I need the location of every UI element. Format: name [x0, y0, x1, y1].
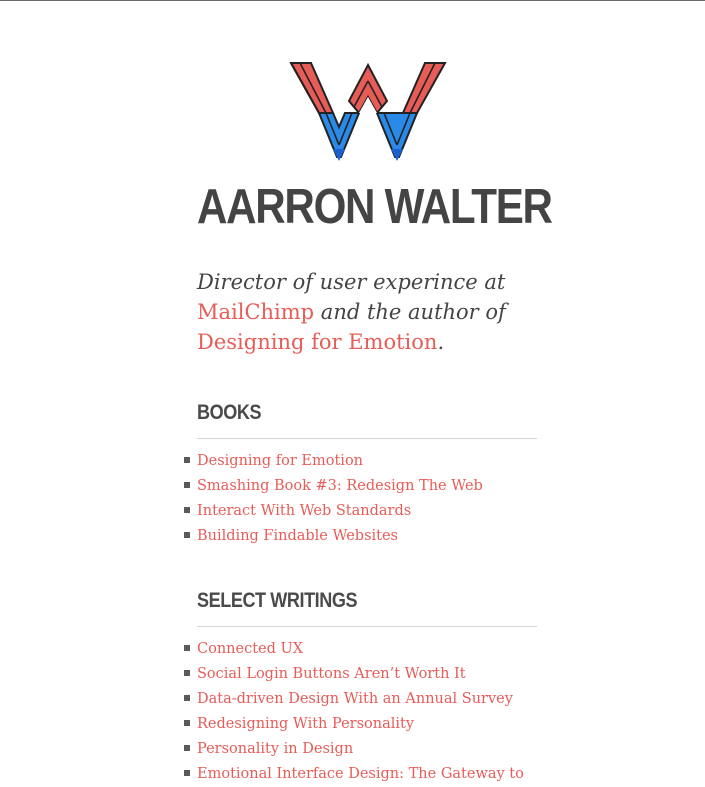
- intro-part-3: .: [437, 330, 445, 354]
- book-link[interactable]: Interact With Web Standards: [197, 503, 411, 519]
- intro-part-2: and the author of: [314, 300, 506, 324]
- writing-link[interactable]: Connected UX: [197, 641, 303, 657]
- square-bullet-icon: [184, 770, 190, 776]
- book-link[interactable]: Building Findable Websites: [197, 528, 398, 544]
- mailchimp-link[interactable]: MailChimp: [197, 300, 314, 324]
- writing-link[interactable]: Social Login Buttons Aren’t Worth It: [197, 666, 466, 682]
- writing-link[interactable]: Emotional Interface Design: The Gateway …: [197, 766, 524, 782]
- book-link[interactable]: Designing for Emotion: [197, 453, 363, 469]
- list-item: Data-driven Design With an Annual Survey: [184, 686, 557, 711]
- select-writings-heading: SELECT WRITINGS: [197, 589, 358, 612]
- books-divider: [197, 438, 537, 439]
- list-item: Building Findable Websites: [184, 523, 557, 548]
- list-item: Emotional Interface Design: The Gateway …: [184, 761, 557, 786]
- list-item: Connected UX: [184, 636, 557, 661]
- square-bullet-icon: [184, 507, 190, 513]
- w-monogram-logo[interactable]: [289, 61, 447, 161]
- square-bullet-icon: [184, 532, 190, 538]
- list-item: Designing for Emotion: [184, 448, 557, 473]
- book-link[interactable]: Smashing Book #3: Redesign The Web: [197, 478, 483, 494]
- square-bullet-icon: [184, 482, 190, 488]
- list-item: Interact With Web Standards: [184, 498, 557, 523]
- square-bullet-icon: [184, 745, 190, 751]
- list-item: Social Login Buttons Aren’t Worth It: [184, 661, 557, 686]
- square-bullet-icon: [184, 457, 190, 463]
- writings-divider: [197, 626, 537, 627]
- square-bullet-icon: [184, 695, 190, 701]
- writing-link[interactable]: Data-driven Design With an Annual Survey: [197, 691, 513, 707]
- square-bullet-icon: [184, 670, 190, 676]
- designing-for-emotion-link[interactable]: Designing for Emotion: [197, 330, 437, 354]
- books-list: Designing for Emotion Smashing Book #3: …: [184, 448, 557, 548]
- site-title: AARRON WALTER: [197, 180, 553, 234]
- intro-part-1: Director of user experince at: [197, 270, 506, 294]
- intro-text: Director of user experince at MailChimp …: [197, 267, 537, 357]
- square-bullet-icon: [184, 645, 190, 651]
- logo-graphic: [289, 62, 447, 161]
- books-heading: BOOKS: [197, 401, 262, 424]
- list-item: Redesigning With Personality: [184, 711, 557, 736]
- writing-link[interactable]: Redesigning With Personality: [197, 716, 414, 732]
- writings-list: Connected UX Social Login Buttons Aren’t…: [184, 636, 557, 786]
- list-item: Smashing Book #3: Redesign The Web: [184, 473, 557, 498]
- square-bullet-icon: [184, 720, 190, 726]
- list-item: Personality in Design: [184, 736, 557, 761]
- writing-link[interactable]: Personality in Design: [197, 741, 353, 757]
